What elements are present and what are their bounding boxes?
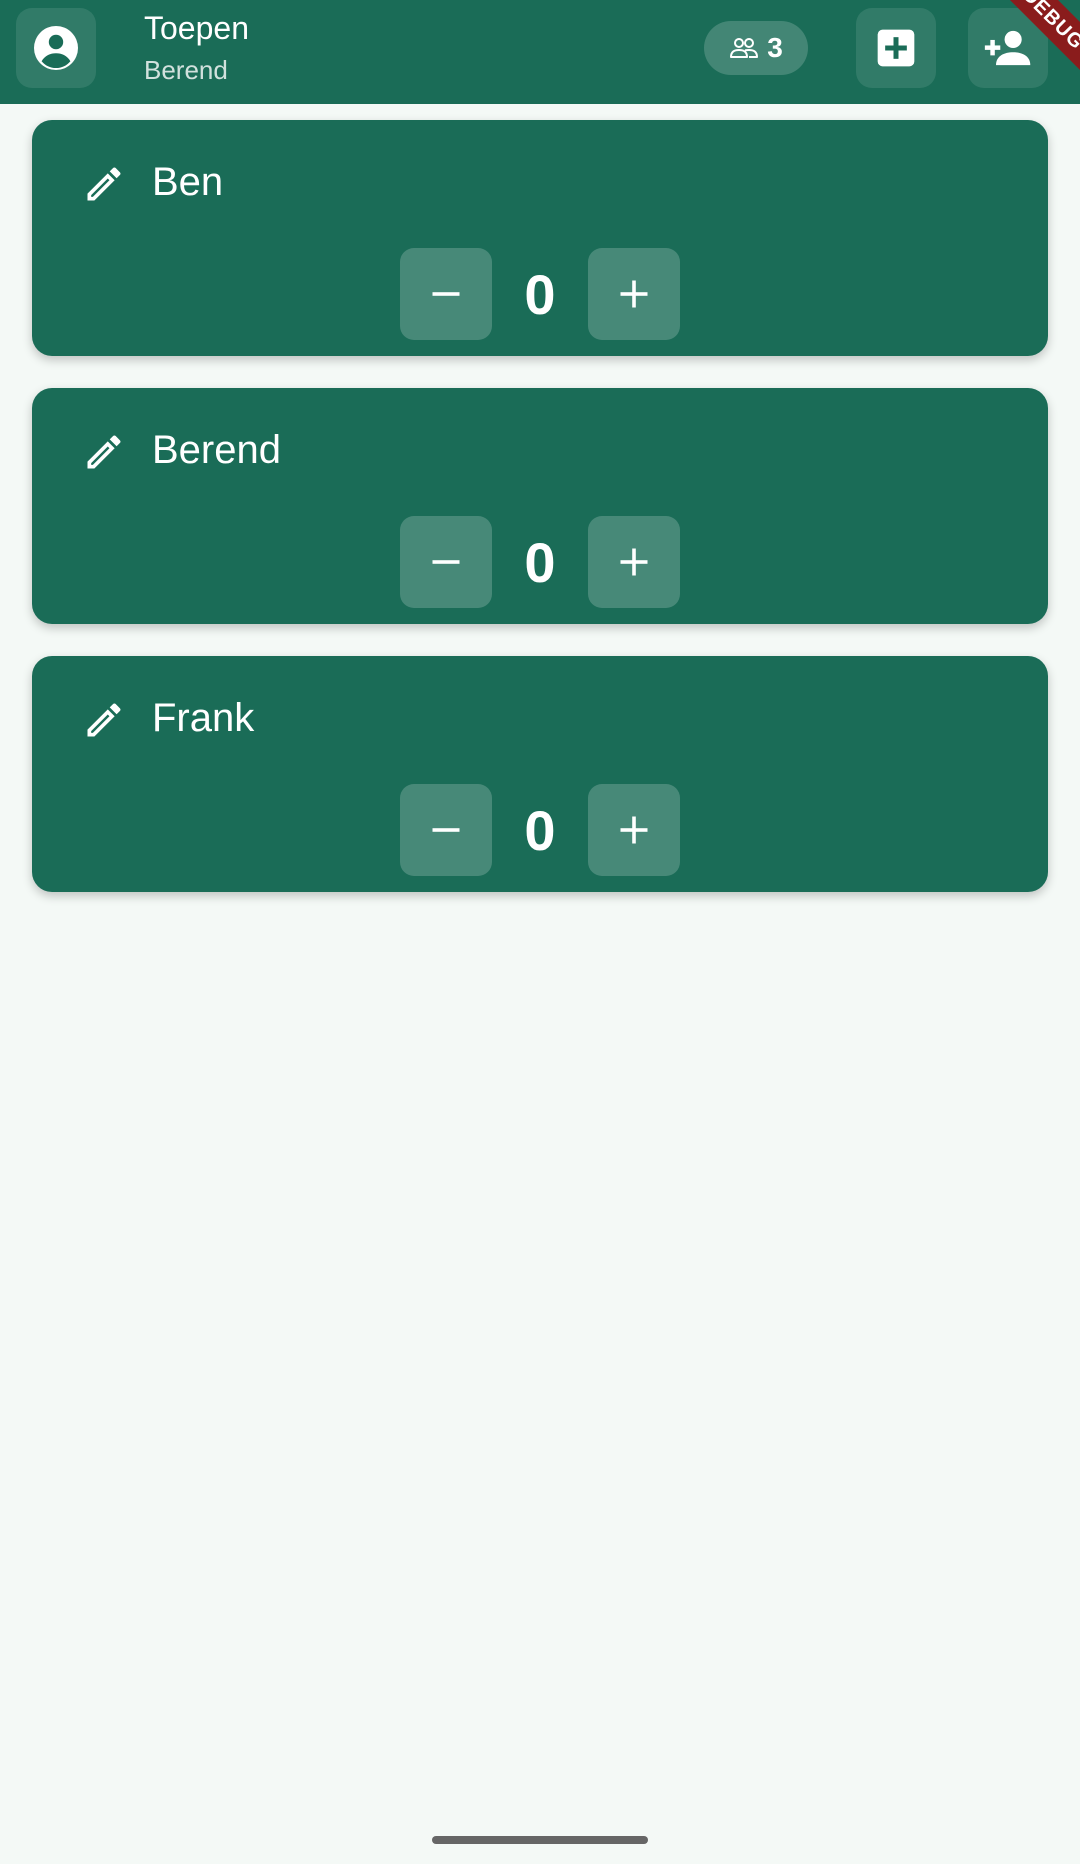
- minus-icon: [432, 828, 460, 832]
- players-count: 3: [767, 32, 783, 63]
- decrement-button[interactable]: [400, 248, 492, 340]
- player-card: Frank 0: [32, 656, 1048, 892]
- plus-icon: [620, 280, 648, 308]
- score-value: 0: [524, 530, 556, 594]
- players-count-chip[interactable]: 3: [704, 21, 808, 75]
- app-bar: Toepen Berend 3 DEBUG: [0, 0, 1080, 104]
- title-block: Toepen Berend: [144, 8, 249, 88]
- new-game-button[interactable]: [856, 8, 936, 88]
- pencil-icon[interactable]: [82, 430, 126, 474]
- plus-icon: [620, 816, 648, 844]
- player-name: Ben: [152, 160, 224, 204]
- player-name: Frank: [152, 696, 255, 740]
- player-card: Ben 0: [32, 120, 1048, 356]
- account-circle-icon: [34, 26, 78, 70]
- home-indicator[interactable]: [432, 1836, 648, 1844]
- plus-icon: [620, 548, 648, 576]
- player-card: Berend 0: [32, 388, 1048, 624]
- decrement-button[interactable]: [400, 784, 492, 876]
- group-icon: [730, 38, 759, 58]
- pencil-icon[interactable]: [82, 698, 126, 742]
- increment-button[interactable]: [588, 516, 680, 608]
- increment-button[interactable]: [588, 248, 680, 340]
- score-value: 0: [524, 262, 556, 326]
- decrement-button[interactable]: [400, 516, 492, 608]
- score-value: 0: [524, 798, 556, 862]
- player-name: Berend: [152, 428, 281, 472]
- minus-icon: [432, 292, 460, 296]
- add-box-icon: [877, 29, 915, 67]
- person-add-icon: [984, 30, 1031, 66]
- pencil-icon[interactable]: [82, 162, 126, 206]
- app-subtitle: Berend: [144, 55, 228, 85]
- app-title: Toepen: [144, 10, 249, 46]
- profile-button[interactable]: [16, 8, 96, 88]
- increment-button[interactable]: [588, 784, 680, 876]
- minus-icon: [432, 560, 460, 564]
